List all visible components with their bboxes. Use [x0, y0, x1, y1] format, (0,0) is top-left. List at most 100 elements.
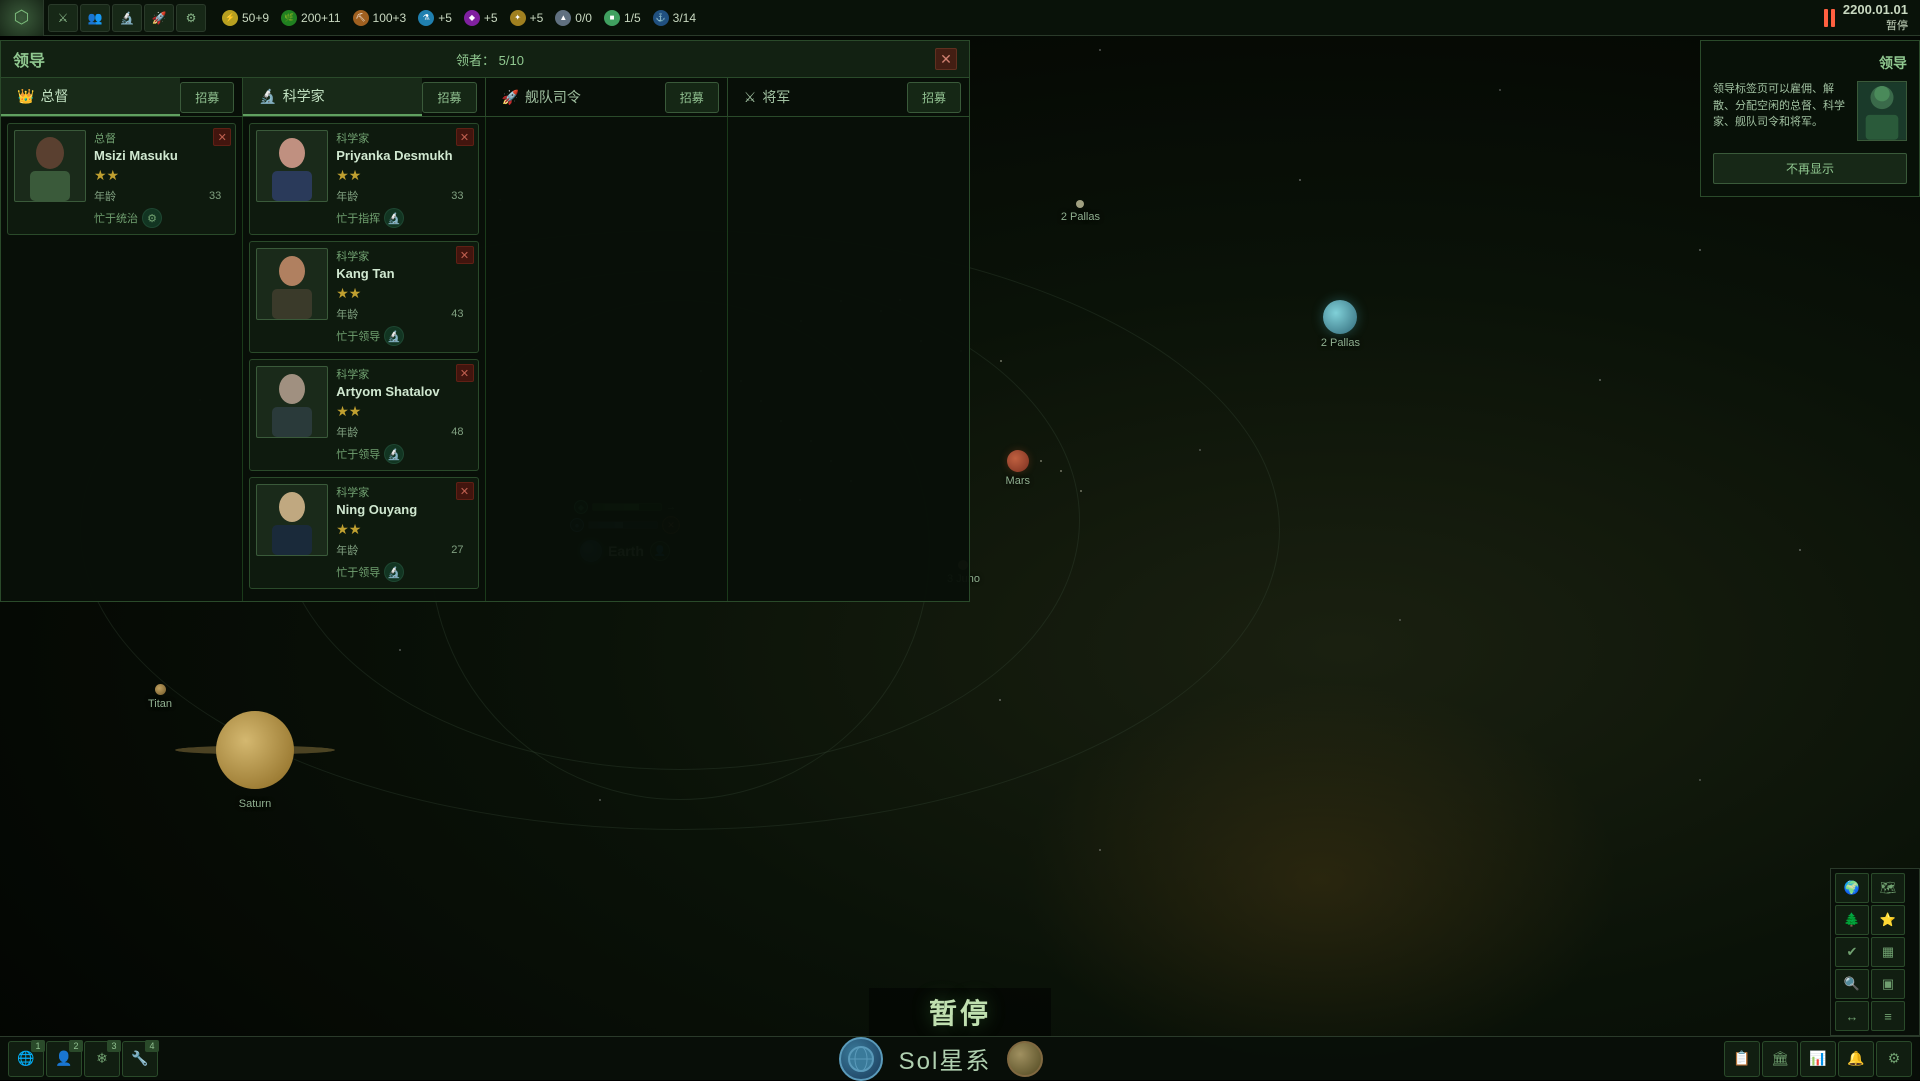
- galaxy-view-button[interactable]: [1007, 1041, 1043, 1077]
- governor-tab-label: 总督: [40, 86, 68, 106]
- scientist-column: 科学家 Priyanka Desmukh ★★ 年龄 33 忙于指挥 🔬 ✕: [243, 117, 485, 601]
- planet-uranus[interactable]: 2 Pallas: [1321, 300, 1360, 349]
- leader-card-scientist-3[interactable]: 科学家 Ning Ouyang ★★ 年龄 27 忙于领导 🔬 ✕: [249, 477, 478, 589]
- pause-overlay: 暂停: [869, 988, 1051, 1036]
- resource-energy: ⚡ 50+9: [222, 10, 269, 26]
- scientist-3-role: 科学家: [336, 484, 463, 500]
- recruit-general-button[interactable]: 招募: [907, 82, 961, 113]
- pause-button[interactable]: [1824, 9, 1835, 27]
- minimap-icon-arrows[interactable]: ↔: [1835, 1001, 1869, 1031]
- bottom-icon-map[interactable]: 🌐 1: [8, 1041, 44, 1077]
- bottom-icon-wrench[interactable]: 🔧 4: [122, 1041, 158, 1077]
- bottom-right-icon-5[interactable]: ⚙: [1876, 1041, 1912, 1077]
- saturn-body: [216, 711, 294, 789]
- toolbar-btn-0[interactable]: ⚔: [48, 4, 78, 32]
- dismiss-scientist-2-button[interactable]: ✕: [456, 364, 474, 382]
- close-leader-panel-button[interactable]: ✕: [935, 48, 957, 70]
- general-column: [728, 117, 969, 601]
- toolbar-btn-2[interactable]: 🔬: [112, 4, 142, 32]
- dismiss-governor-button[interactable]: ✕: [213, 128, 231, 146]
- system-name-label: Sol星系: [899, 1041, 992, 1076]
- tooltip-content: 领导标签页可以雇佣、解散、分配空闲的总督、科学家、舰队司令和将军。: [1713, 81, 1907, 141]
- asteroid-dot: [1000, 360, 1002, 362]
- bottom-right-icon-1[interactable]: 📋: [1724, 1041, 1760, 1077]
- scientist-1-age-label: 年龄: [336, 306, 358, 322]
- scientist-3-age-row: 年龄 27: [336, 542, 463, 558]
- planet-saturn[interactable]: Saturn: [185, 705, 325, 810]
- leader-count: 领者： 5/10: [456, 50, 524, 69]
- bottom-right-icon-3[interactable]: 📊: [1800, 1041, 1836, 1077]
- governor-tab-section: 👑 总督 招募: [1, 78, 243, 116]
- toolbar-btn-4[interactable]: ⚙: [176, 4, 206, 32]
- tab-governor[interactable]: 👑 总督: [1, 78, 180, 116]
- recruit-scientist-button[interactable]: 招募: [422, 82, 476, 113]
- leader-card-scientist-1[interactable]: 科学家 Kang Tan ★★ 年龄 43 忙于领导 🔬 ✕: [249, 241, 478, 353]
- dismiss-scientist-0-button[interactable]: ✕: [456, 128, 474, 146]
- scientist-2-stars: ★★: [336, 403, 463, 420]
- minimap-icon-map[interactable]: 🗺: [1871, 873, 1905, 903]
- asteroid-dot: [1060, 470, 1062, 472]
- scientist-0-age-row: 年龄 33: [336, 188, 463, 204]
- tab-general[interactable]: ⚔ 将军: [728, 79, 907, 115]
- minimap-icon-globe[interactable]: 🌍: [1835, 873, 1869, 903]
- leader-columns: 总督 Msizi Masuku ★★ 年龄 33 忙于统治 ⚙ ✕: [1, 117, 969, 601]
- bottom-bar: 🌐 1 👤 2 ❄ 3 🔧 4 Sol星系: [0, 1036, 1920, 1080]
- minimap-icon-grid[interactable]: ▦: [1871, 937, 1905, 967]
- bottom-icon-snow[interactable]: ❄ 3: [84, 1041, 120, 1077]
- toolbar-btn-1[interactable]: 👥: [80, 4, 110, 32]
- toolbar-btn-3[interactable]: 🚀: [144, 4, 174, 32]
- saturn-container: [185, 705, 325, 795]
- minimap-icon-zoom[interactable]: 🔍: [1835, 969, 1869, 999]
- leader-panel-title: 领导: [13, 47, 45, 71]
- governor-age-label: 年龄: [94, 188, 116, 204]
- tab-scientist[interactable]: 🔬 科学家: [243, 78, 422, 116]
- scientist-0-age-label: 年龄: [336, 188, 358, 204]
- minimap-row-1: 🌍 🗺: [1835, 873, 1915, 903]
- minimap-icon-tree[interactable]: 🌲: [1835, 905, 1869, 935]
- globe-button[interactable]: [839, 1037, 883, 1081]
- leader-card-governor[interactable]: 总督 Msizi Masuku ★★ 年龄 33 忙于统治 ⚙ ✕: [7, 123, 236, 235]
- leader-panel: 领导 领者： 5/10 ✕ 👑 总督 招募 🔬 科学家 招募 🚀: [0, 40, 970, 602]
- moon-titan[interactable]: Titan: [148, 684, 172, 710]
- science-value: +5: [438, 11, 452, 25]
- bottom-right-icon-4[interactable]: 🔔: [1838, 1041, 1874, 1077]
- saturn-label: Saturn: [239, 798, 271, 810]
- bottom-right-icon-2[interactable]: 🏛: [1762, 1041, 1798, 1077]
- tooltip-text: 领导标签页可以雇佣、解散、分配空闲的总督、科学家、舰队司令和将军。: [1713, 81, 1849, 131]
- asteroid-pallas[interactable]: 2 Pallas: [1061, 200, 1100, 223]
- scientist-2-name: Artyom Shatalov: [336, 384, 463, 399]
- planet-mars[interactable]: Mars: [1006, 450, 1030, 487]
- leader-card-scientist-2[interactable]: 科学家 Artyom Shatalov ★★ 年龄 48 忙于领导 🔬 ✕: [249, 359, 478, 471]
- scientist-2-age-row: 年龄 48: [336, 424, 463, 440]
- governor-role: 总督: [94, 130, 221, 146]
- pallas-label: 2 Pallas: [1061, 211, 1100, 223]
- game-logo[interactable]: ⬡: [0, 0, 44, 36]
- minimap-icon-star[interactable]: ⭐: [1871, 905, 1905, 935]
- minimap-icon-check[interactable]: ✔: [1835, 937, 1869, 967]
- scientist-1-portrait: [256, 248, 328, 320]
- top-bar: ⬡ ⚔ 👥 🔬 🚀 ⚙ ⚡ 50+9 🌿 200+11 ⛏ 100+3 ⚗ +5…: [0, 0, 1920, 36]
- recruit-governor-button[interactable]: 招募: [180, 82, 234, 113]
- resource-science: ⚗ +5: [418, 10, 452, 26]
- general-tab-icon: ⚔: [744, 89, 757, 106]
- tab-admiral[interactable]: 🚀 舰队司令: [486, 79, 665, 115]
- influence-icon: ◆: [464, 10, 480, 26]
- bottom-icon-people[interactable]: 👤 2: [46, 1041, 82, 1077]
- leader-card-scientist-0[interactable]: 科学家 Priyanka Desmukh ★★ 年龄 33 忙于指挥 🔬 ✕: [249, 123, 478, 235]
- resource-minerals: ⛏ 100+3: [353, 10, 407, 26]
- pause-status-label: 暂停: [1886, 17, 1908, 33]
- dismiss-scientist-3-button[interactable]: ✕: [456, 482, 474, 500]
- scientist-3-stars: ★★: [336, 521, 463, 538]
- governor-stars: ★★: [94, 167, 221, 184]
- recruit-admiral-button[interactable]: 招募: [665, 82, 719, 113]
- resource-unity: ✦ +5: [510, 10, 544, 26]
- minimap-icon-menu[interactable]: ≡: [1871, 1001, 1905, 1031]
- scientist-2-role: 科学家: [336, 366, 463, 382]
- uranus-label: 2 Pallas: [1321, 337, 1360, 349]
- resource-food: 🌿 200+11: [281, 10, 341, 26]
- minimap-icon-window[interactable]: ▣: [1871, 969, 1905, 999]
- no-show-button[interactable]: 不再显示: [1713, 153, 1907, 184]
- dismiss-scientist-1-button[interactable]: ✕: [456, 246, 474, 264]
- scientist-0-role: 科学家: [336, 130, 463, 146]
- bottom-system-row: Sol星系: [839, 1037, 1044, 1081]
